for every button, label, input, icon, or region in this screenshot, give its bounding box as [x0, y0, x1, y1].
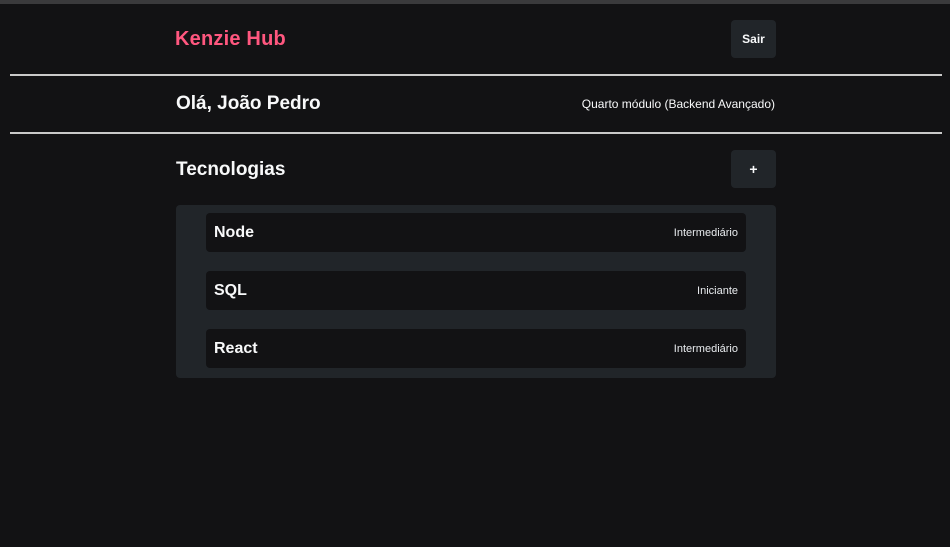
user-info-divider [10, 132, 942, 134]
technology-level: Intermediário [673, 226, 738, 239]
user-module: Quarto módulo (Backend Avançado) [581, 97, 775, 111]
technology-level: Iniciante [697, 284, 738, 297]
technology-name: SQL [214, 281, 247, 299]
technology-name: React [214, 339, 258, 357]
technologies-title: Tecnologias [176, 159, 286, 180]
technology-card-node[interactable]: Node Intermediário [206, 213, 746, 252]
technology-card-sql[interactable]: SQL Iniciante [206, 271, 746, 310]
app-header: Kenzie Hub Sair [0, 4, 950, 74]
technology-name: Node [214, 223, 254, 241]
technology-card-react[interactable]: React Intermediário [206, 329, 746, 368]
kenzie-hub-logo: Kenzie Hub [175, 28, 286, 50]
add-technology-button[interactable]: + [731, 150, 776, 188]
technologies-panel: Node Intermediário SQL Iniciante React I… [176, 205, 776, 378]
logout-button[interactable]: Sair [731, 20, 776, 58]
header-divider [10, 74, 942, 76]
user-greeting: Olá, João Pedro [176, 93, 321, 114]
technology-level: Intermediário [673, 342, 738, 355]
